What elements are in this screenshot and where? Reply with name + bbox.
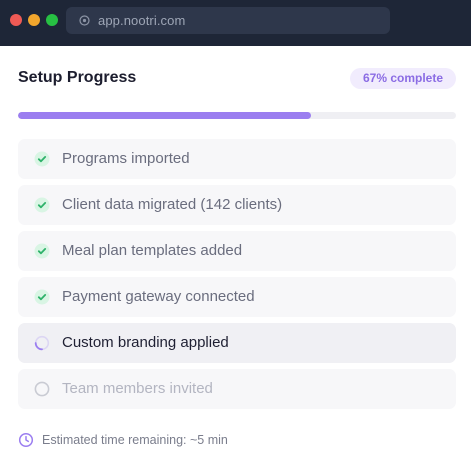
check-circle-icon <box>34 197 50 213</box>
check-circle-icon <box>34 289 50 305</box>
progress-badge: 67% complete <box>350 68 456 89</box>
setup-step-label: Payment gateway connected <box>62 288 255 305</box>
setup-step[interactable]: Programs imported <box>18 139 456 179</box>
clock-icon <box>18 432 34 448</box>
setup-step[interactable]: Meal plan templates added <box>18 231 456 271</box>
page-title: Setup Progress <box>18 69 137 86</box>
setup-step-label: Meal plan templates added <box>62 242 243 259</box>
url-text: app.nootri.com <box>98 13 186 28</box>
maximize-window-button[interactable] <box>46 14 58 26</box>
address-bar[interactable]: app.nootri.com <box>66 7 390 34</box>
setup-step[interactable]: Team members invited <box>18 369 456 409</box>
close-window-button[interactable] <box>10 14 22 26</box>
eta-text: Estimated time remaining: ~5 min <box>42 433 228 447</box>
setup-step-label: Team members invited <box>62 380 213 397</box>
minimize-window-button[interactable] <box>28 14 40 26</box>
setup-step-label: Programs imported <box>62 150 190 167</box>
spinner-icon <box>34 335 50 351</box>
setup-step-label: Custom branding applied <box>62 334 229 351</box>
setup-step[interactable]: Custom branding applied <box>18 323 456 363</box>
progress-bar <box>18 112 456 119</box>
progress-bar-fill <box>18 112 312 119</box>
check-circle-icon <box>34 151 50 167</box>
browser-toolbar: app.nootri.com <box>0 0 471 46</box>
setup-step-list: Programs imported Client data migrated (1… <box>18 139 456 415</box>
setup-step[interactable]: Client data migrated (142 clients) <box>18 185 456 225</box>
check-circle-icon <box>34 243 50 259</box>
site-info-icon <box>79 15 90 26</box>
setup-step-label: Client data migrated (142 clients) <box>62 196 283 213</box>
setup-step[interactable]: Payment gateway connected <box>18 277 456 317</box>
empty-circle-icon <box>34 381 50 397</box>
